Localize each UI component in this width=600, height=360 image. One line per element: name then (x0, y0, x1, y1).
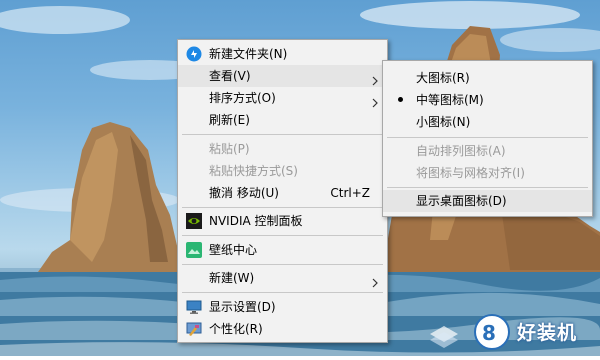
menu-item-label: 撤消 移动(U) (209, 186, 279, 200)
menu-separator (182, 207, 383, 208)
view-submenu: 大图标(R) 中等图标(M) 小图标(N) 自动排列图标(A) 将图标与网格对齐… (382, 60, 593, 217)
menu-item-label: 新建文件夹(N) (209, 47, 288, 61)
submenu-item-label: 自动排列图标(A) (416, 144, 506, 158)
menu-item-new[interactable]: 新建(W) (178, 267, 387, 289)
menu-separator (182, 235, 383, 236)
menu-item-label: 粘贴(P) (209, 142, 250, 156)
menu-separator (182, 134, 383, 135)
menu-item-new-folder[interactable]: 新建文件夹(N) (178, 43, 387, 65)
submenu-item-label: 中等图标(M) (416, 93, 484, 107)
submenu-item-auto-arrange[interactable]: 自动排列图标(A) (383, 140, 592, 162)
menu-separator (182, 264, 383, 265)
menu-separator (387, 187, 588, 188)
submenu-item-small-icons[interactable]: 小图标(N) (383, 111, 592, 133)
menu-item-undo-move[interactable]: 撤消 移动(U) Ctrl+Z (178, 182, 387, 204)
personalize-icon (186, 321, 202, 337)
submenu-item-label: 显示桌面图标(D) (416, 194, 507, 208)
menu-item-view[interactable]: 查看(V) (178, 65, 387, 87)
selected-bullet-icon (398, 97, 403, 102)
menu-item-label: 个性化(R) (209, 322, 263, 336)
menu-item-refresh[interactable]: 刷新(E) (178, 109, 387, 131)
menu-item-wallpaper-center[interactable]: 壁纸中心 (178, 239, 387, 261)
menu-item-label: 粘贴快捷方式(S) (209, 164, 298, 178)
menu-item-label: 查看(V) (209, 69, 251, 83)
new-folder-icon (186, 46, 202, 62)
svg-text:8: 8 (482, 321, 496, 345)
submenu-item-label: 将图标与网格对齐(I) (416, 166, 525, 180)
menu-item-sort-by[interactable]: 排序方式(O) (178, 87, 387, 109)
submenu-item-medium-icons[interactable]: 中等图标(M) (383, 89, 592, 111)
menu-item-label: 显示设置(D) (209, 300, 276, 314)
submenu-item-large-icons[interactable]: 大图标(R) (383, 67, 592, 89)
menu-item-label: 刷新(E) (209, 113, 250, 127)
chevron-right-icon (371, 71, 379, 86)
menu-item-nvidia-control-panel[interactable]: NVIDIA 控制面板 (178, 210, 387, 232)
watermark-text: 好装机 (517, 322, 578, 344)
menu-item-label: 壁纸中心 (209, 243, 258, 257)
submenu-item-label: 大图标(R) (416, 71, 470, 85)
menu-item-display-settings[interactable]: 显示设置(D) (178, 296, 387, 318)
menu-item-paste-shortcut[interactable]: 粘贴快捷方式(S) (178, 160, 387, 182)
menu-item-label: 新建(W) (209, 271, 255, 285)
menu-item-label: 排序方式(O) (209, 91, 276, 105)
menu-item-label: NVIDIA 控制面板 (209, 214, 303, 228)
chevron-right-icon (371, 93, 379, 108)
submenu-item-align-to-grid[interactable]: 将图标与网格对齐(I) (383, 162, 592, 184)
submenu-item-show-desktop-icons[interactable]: 显示桌面图标(D) (383, 190, 592, 212)
nvidia-icon (186, 213, 202, 229)
menu-separator (182, 292, 383, 293)
submenu-item-label: 小图标(N) (416, 115, 471, 129)
display-settings-icon (186, 299, 202, 315)
menu-separator (387, 137, 588, 138)
menu-item-shortcut: Ctrl+Z (330, 186, 370, 200)
wallpaper-icon (186, 242, 202, 258)
chevron-right-icon (371, 273, 379, 288)
desktop-context-menu: 新建文件夹(N) 查看(V) 排序方式(O) 刷新(E) 粘贴(P) 粘贴快捷方… (177, 39, 388, 343)
menu-item-personalize[interactable]: 个性化(R) (178, 318, 387, 340)
menu-item-paste[interactable]: 粘贴(P) (178, 138, 387, 160)
